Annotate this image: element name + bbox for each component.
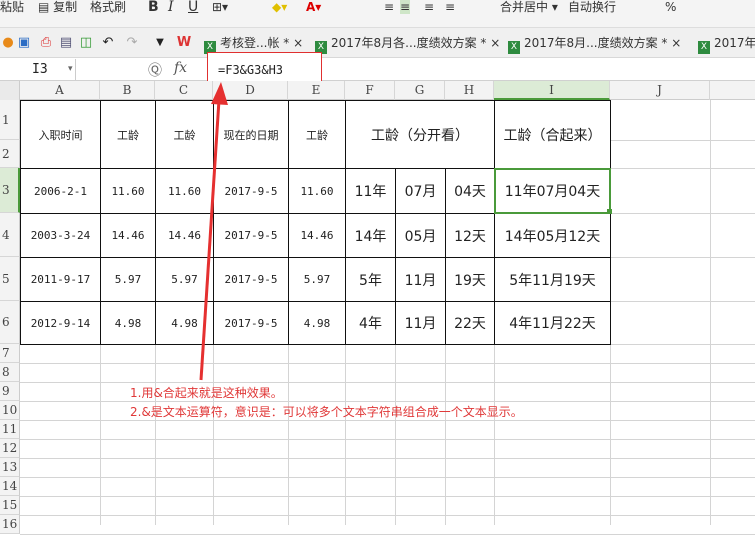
arrow-head xyxy=(211,82,228,105)
annotation-arrow xyxy=(199,82,228,381)
arrow-shaft xyxy=(199,99,221,381)
fill-handle[interactable] xyxy=(607,209,612,214)
cell-I3[interactable]: 11年07月04天 xyxy=(494,168,611,214)
